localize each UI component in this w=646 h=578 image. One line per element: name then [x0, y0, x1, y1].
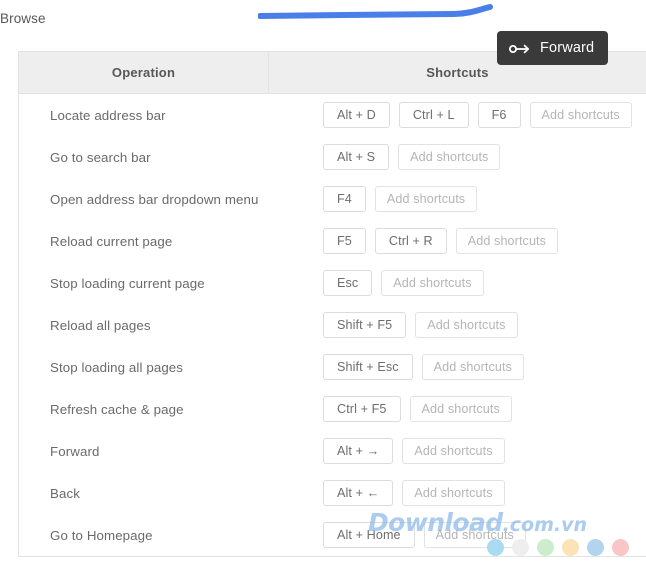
shortcut-cell: F4 Add shortcuts: [269, 186, 646, 212]
shortcut-key-chip[interactable]: Alt + Home: [323, 522, 415, 548]
table-row: Back Alt + ← Add shortcuts: [19, 472, 646, 514]
shortcut-cell: Alt + → Add shortcuts: [269, 438, 646, 464]
table-row: Forward Alt + → Add shortcuts: [19, 430, 646, 472]
table-row: Refresh cache & page Ctrl + F5 Add shortcu…: [19, 388, 646, 430]
operation-label: Back: [50, 485, 80, 501]
brush-stroke-annotation: [257, 0, 498, 26]
shortcut-key-chip[interactable]: Ctrl + R: [374, 228, 447, 254]
operation-label: Go to Homepage: [50, 527, 153, 543]
operation-label: Stop loading all pages: [50, 359, 184, 375]
tooltip-label: Forward: [540, 40, 595, 56]
operation-label: Refresh cache & page: [50, 401, 184, 417]
table-row: Stop loading current page Esc Add shortcut…: [19, 262, 646, 304]
shortcut-cell: Alt + ← Add shortcuts: [269, 480, 646, 506]
shortcut-key-chip[interactable]: F5: [323, 228, 366, 254]
table-row: Stop loading all pages Shift + Esc Add sho…: [19, 346, 646, 388]
table-row: Reload current page F5 Ctrl + R Add shortcu…: [19, 220, 646, 262]
operation-label: Go to search bar: [50, 149, 151, 165]
shortcut-cell: Ctrl + F5 Add shortcuts: [269, 396, 646, 422]
shortcut-cell: Shift + F5 Add shortcuts: [269, 312, 646, 338]
shortcut-key-chip[interactable]: F4: [323, 186, 366, 212]
add-shortcuts-button[interactable]: Add shortcuts: [421, 354, 524, 380]
shortcuts-table: Operation Shortcuts Locate address bar Al…: [18, 51, 646, 557]
operation-label: Reload current page: [50, 233, 173, 249]
add-shortcuts-button[interactable]: Add shortcuts: [402, 438, 505, 464]
shortcut-cell: Alt + Home Add shortcuts: [269, 522, 646, 548]
operation-label: Stop loading current page: [50, 275, 205, 291]
table-row: Open address bar dropdown menu F4 Add shor…: [19, 178, 646, 220]
forward-tooltip: Forward: [497, 31, 609, 65]
shortcut-key-chip[interactable]: Shift + Esc: [323, 354, 413, 380]
shortcut-cell: Shift + Esc Add shortcuts: [269, 354, 646, 380]
page-title: Browse: [0, 11, 46, 26]
shortcut-key-chip[interactable]: Esc: [323, 270, 373, 296]
operation-label: Locate address bar: [50, 107, 166, 123]
shortcut-key-chip[interactable]: Alt + S: [323, 144, 390, 170]
add-shortcuts-button[interactable]: Add shortcuts: [402, 480, 505, 506]
shortcut-key-chip[interactable]: Shift + F5: [323, 312, 407, 338]
shortcut-key-chip[interactable]: F6: [477, 102, 521, 128]
shortcut-key-chip[interactable]: Ctrl + F5: [323, 396, 401, 422]
shortcut-cell: F5 Ctrl + R Add shortcuts: [269, 228, 646, 254]
forward-link-icon: [509, 42, 531, 54]
table-row: Locate address bar Alt + D Ctrl + L F6 Add s…: [19, 94, 646, 136]
add-shortcuts-button[interactable]: Add shortcuts: [374, 186, 478, 212]
table-row: Reload all pages Shift + F5 Add shortcuts: [19, 304, 646, 346]
add-shortcuts-button[interactable]: Add shortcuts: [381, 270, 484, 296]
table-row: Go to search bar Alt + S Add shortcuts: [19, 136, 646, 178]
table-row: Go to Homepage Alt + Home Add shortcuts: [19, 514, 646, 556]
operation-label: Forward: [50, 443, 100, 459]
operation-label: Open address bar dropdown menu: [50, 191, 259, 207]
shortcut-cell: Esc Add shortcuts: [269, 270, 646, 296]
shortcut-key-chip[interactable]: Alt + ←: [323, 480, 394, 506]
shortcut-key-chip[interactable]: Alt + D: [323, 102, 390, 128]
add-shortcuts-button[interactable]: Add shortcuts: [529, 102, 632, 128]
add-shortcuts-button[interactable]: Add shortcuts: [409, 396, 512, 422]
add-shortcuts-button[interactable]: Add shortcuts: [423, 522, 526, 548]
add-shortcuts-button[interactable]: Add shortcuts: [455, 228, 559, 254]
operation-label: Reload all pages: [50, 317, 151, 333]
shortcut-cell: Alt + D Ctrl + L F6 Add shortcuts: [269, 102, 646, 128]
shortcut-key-chip[interactable]: Alt + →: [323, 438, 394, 464]
table-body: Locate address bar Alt + D Ctrl + L F6 Add s…: [19, 94, 646, 557]
shortcut-key-chip[interactable]: Ctrl + L: [398, 102, 469, 128]
column-header-operation: Operation: [19, 52, 269, 93]
shortcut-cell: Alt + S Add shortcuts: [269, 144, 646, 170]
add-shortcuts-button[interactable]: Add shortcuts: [398, 144, 501, 170]
add-shortcuts-button[interactable]: Add shortcuts: [415, 312, 518, 338]
